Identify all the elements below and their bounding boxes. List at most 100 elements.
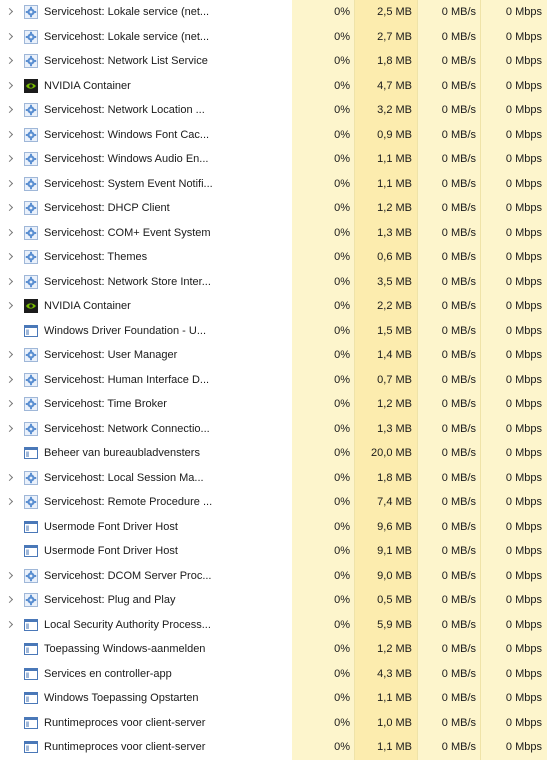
process-row[interactable]: Windows Toepassing Opstarten 0% 1,1 MB 0 MB…	[0, 686, 558, 711]
chevron-right-icon[interactable]	[7, 588, 15, 613]
memory-value: 2,7 MB	[355, 24, 418, 50]
chevron-right-icon[interactable]	[7, 368, 15, 393]
chevron-right-icon[interactable]	[7, 294, 15, 319]
cpu-value: 0%	[292, 245, 355, 270]
disk-value: 0 MB/s	[418, 49, 481, 74]
disk-value: 0 MB/s	[418, 0, 481, 25]
memory-value: 0,6 MB	[355, 245, 418, 270]
process-row[interactable]: Servicehost: Network List Service 0% 1,8 M…	[0, 49, 558, 74]
chevron-right-icon[interactable]	[7, 490, 15, 515]
process-row[interactable]: Servicehost: Network Connectio... 0% 1,3 M…	[0, 416, 558, 442]
process-row[interactable]: Servicehost: Windows Font Cac... 0% 0,9 MB…	[0, 122, 558, 148]
chevron-right-icon[interactable]	[7, 49, 15, 74]
chevron-right-icon[interactable]	[7, 25, 15, 50]
memory-value: 0,5 MB	[355, 588, 418, 613]
gear-icon	[24, 568, 38, 583]
vertical-scrollbar[interactable]	[547, 0, 558, 750]
chevron-right-icon[interactable]	[7, 613, 15, 638]
chevron-right-icon[interactable]	[7, 221, 15, 246]
chevron-right-icon[interactable]	[7, 245, 15, 270]
memory-value: 1,3 MB	[355, 416, 418, 442]
disk-value: 0 MB/s	[418, 24, 481, 50]
process-row[interactable]: Servicehost: Human Interface D... 0% 0,7 M…	[0, 367, 558, 393]
chevron-right-icon[interactable]	[7, 172, 15, 197]
gear-icon	[24, 225, 38, 240]
process-row[interactable]: NVIDIA Container 0% 2,2 MB 0 MB/s 0 Mbps	[0, 294, 558, 319]
cpu-value: 0%	[292, 49, 355, 74]
cpu-value: 0%	[292, 294, 355, 319]
cpu-value: 0%	[292, 686, 355, 711]
network-value: 0 Mbps	[481, 490, 547, 515]
network-value: 0 Mbps	[481, 686, 547, 711]
process-row[interactable]: Beheer van bureaubladvensters 0% 20,0 MB 0 …	[0, 441, 558, 466]
memory-value: 1,2 MB	[355, 637, 418, 662]
process-row[interactable]: Servicehost: DHCP Client 0% 1,2 MB 0 MB/s 0 …	[0, 196, 558, 221]
process-name-cell: Servicehost: Windows Font Cac...	[0, 122, 292, 148]
process-row[interactable]: Windows Driver Foundation - U... 0% 1,5 MB…	[0, 318, 558, 344]
disk-value: 0 MB/s	[418, 343, 481, 368]
process-name: Servicehost: Lokale service (net...	[44, 6, 210, 18]
cpu-value: 0%	[292, 735, 355, 760]
gear-icon	[24, 127, 38, 142]
chevron-right-icon[interactable]	[7, 147, 15, 172]
chevron-right-icon[interactable]	[7, 98, 15, 123]
network-value: 0 Mbps	[481, 343, 547, 368]
process-row[interactable]: Usermode Font Driver Host 0% 9,6 MB 0 MB/s 0…	[0, 514, 558, 540]
process-name: Servicehost: User Manager	[44, 349, 178, 362]
process-row[interactable]: Servicehost: User Manager 0% 1,4 MB 0 MB/s 0…	[0, 343, 558, 368]
process-name-cell: Servicehost: Network List Service	[0, 49, 292, 74]
process-row[interactable]: Servicehost: DCOM Server Proc... 0% 9,0 MB…	[0, 563, 558, 589]
gear-icon	[24, 29, 38, 44]
process-row[interactable]: Servicehost: COM+ Event System 0% 1,3 MB 0 …	[0, 220, 558, 246]
process-row[interactable]: Servicehost: System Event Notifi... 0% 1,1…	[0, 171, 558, 197]
process-row[interactable]: Servicehost: Windows Audio En... 0% 1,1 MB…	[0, 147, 558, 172]
chevron-right-icon[interactable]	[7, 343, 15, 368]
chevron-right-icon[interactable]	[7, 74, 15, 99]
process-row[interactable]: Servicehost: Lokale service (net... 0% 2,7…	[0, 24, 558, 50]
process-row[interactable]: Servicehost: Network Location ... 0% 3,2 M…	[0, 98, 558, 123]
process-row[interactable]: Local Security Authority Process... 0% 5,9…	[0, 612, 558, 638]
process-row[interactable]: Servicehost: Time Broker 0% 1,2 MB 0 MB/s 0 …	[0, 392, 558, 417]
chevron-right-icon[interactable]	[7, 196, 15, 221]
process-row[interactable]: Services en controller-app 0% 4,3 MB 0 MB/s…	[0, 661, 558, 687]
chevron-right-icon[interactable]	[7, 123, 15, 148]
network-value: 0 Mbps	[481, 661, 547, 687]
process-name-cell: Servicehost: DHCP Client	[0, 196, 292, 221]
chevron-right-icon[interactable]	[7, 392, 15, 417]
process-row[interactable]: Toepassing Windows-aanmelden 0% 1,2 MB 0 MB…	[0, 637, 558, 662]
process-name: Servicehost: Windows Font Cac...	[44, 128, 210, 141]
process-row[interactable]: Servicehost: Remote Procedure ... 0% 7,4 M…	[0, 490, 558, 515]
disk-value: 0 MB/s	[418, 612, 481, 638]
process-row[interactable]: Servicehost: Lokale service (net... 0% 2,5…	[0, 0, 558, 25]
network-value: 0 Mbps	[481, 147, 547, 172]
cpu-value: 0%	[292, 0, 355, 25]
process-row[interactable]: Servicehost: Network Store Inter... 0% 3,5…	[0, 269, 558, 295]
process-name: Servicehost: Network Store Inter...	[44, 275, 211, 288]
process-row[interactable]: Servicehost: Plug and Play 0% 0,5 MB 0 MB/s…	[0, 588, 558, 613]
memory-value: 3,2 MB	[355, 98, 418, 123]
chevron-right-icon[interactable]	[7, 417, 15, 442]
network-value: 0 Mbps	[481, 0, 547, 25]
window-icon	[24, 691, 38, 705]
chevron-right-icon[interactable]	[7, 0, 15, 25]
process-row[interactable]: Runtimeproces voor client-server 0% 1,0 MB…	[0, 710, 558, 736]
process-name: Servicehost: Network Connectio...	[44, 422, 210, 435]
process-name: NVIDIA Container	[44, 300, 131, 313]
disk-value: 0 MB/s	[418, 441, 481, 466]
process-row[interactable]: NVIDIA Container 0% 4,7 MB 0 MB/s 0 Mbps	[0, 73, 558, 99]
process-row[interactable]: Servicehost: Themes 0% 0,6 MB 0 MB/s 0 Mbps	[0, 245, 558, 270]
process-name: Runtimeproces voor client-server	[44, 716, 206, 729]
cpu-value: 0%	[292, 637, 355, 662]
gear-icon	[24, 176, 38, 191]
process-name: Servicehost: Plug and Play	[44, 594, 176, 607]
chevron-right-icon[interactable]	[7, 564, 15, 589]
process-row[interactable]: Servicehost: Local Session Ma... 0% 1,8 MB…	[0, 465, 558, 491]
chevron-right-icon[interactable]	[7, 270, 15, 295]
process-name-cell: Servicehost: Network Store Inter...	[0, 269, 292, 295]
process-name: Local Security Authority Process...	[44, 618, 211, 631]
gear-icon	[24, 470, 38, 485]
process-row[interactable]: Runtimeproces voor client-server 0% 1,1 MB…	[0, 735, 558, 760]
process-row[interactable]: Usermode Font Driver Host 0% 9,1 MB 0 MB/s 0…	[0, 539, 558, 564]
chevron-right-icon[interactable]	[7, 466, 15, 491]
memory-value: 1,4 MB	[355, 343, 418, 368]
